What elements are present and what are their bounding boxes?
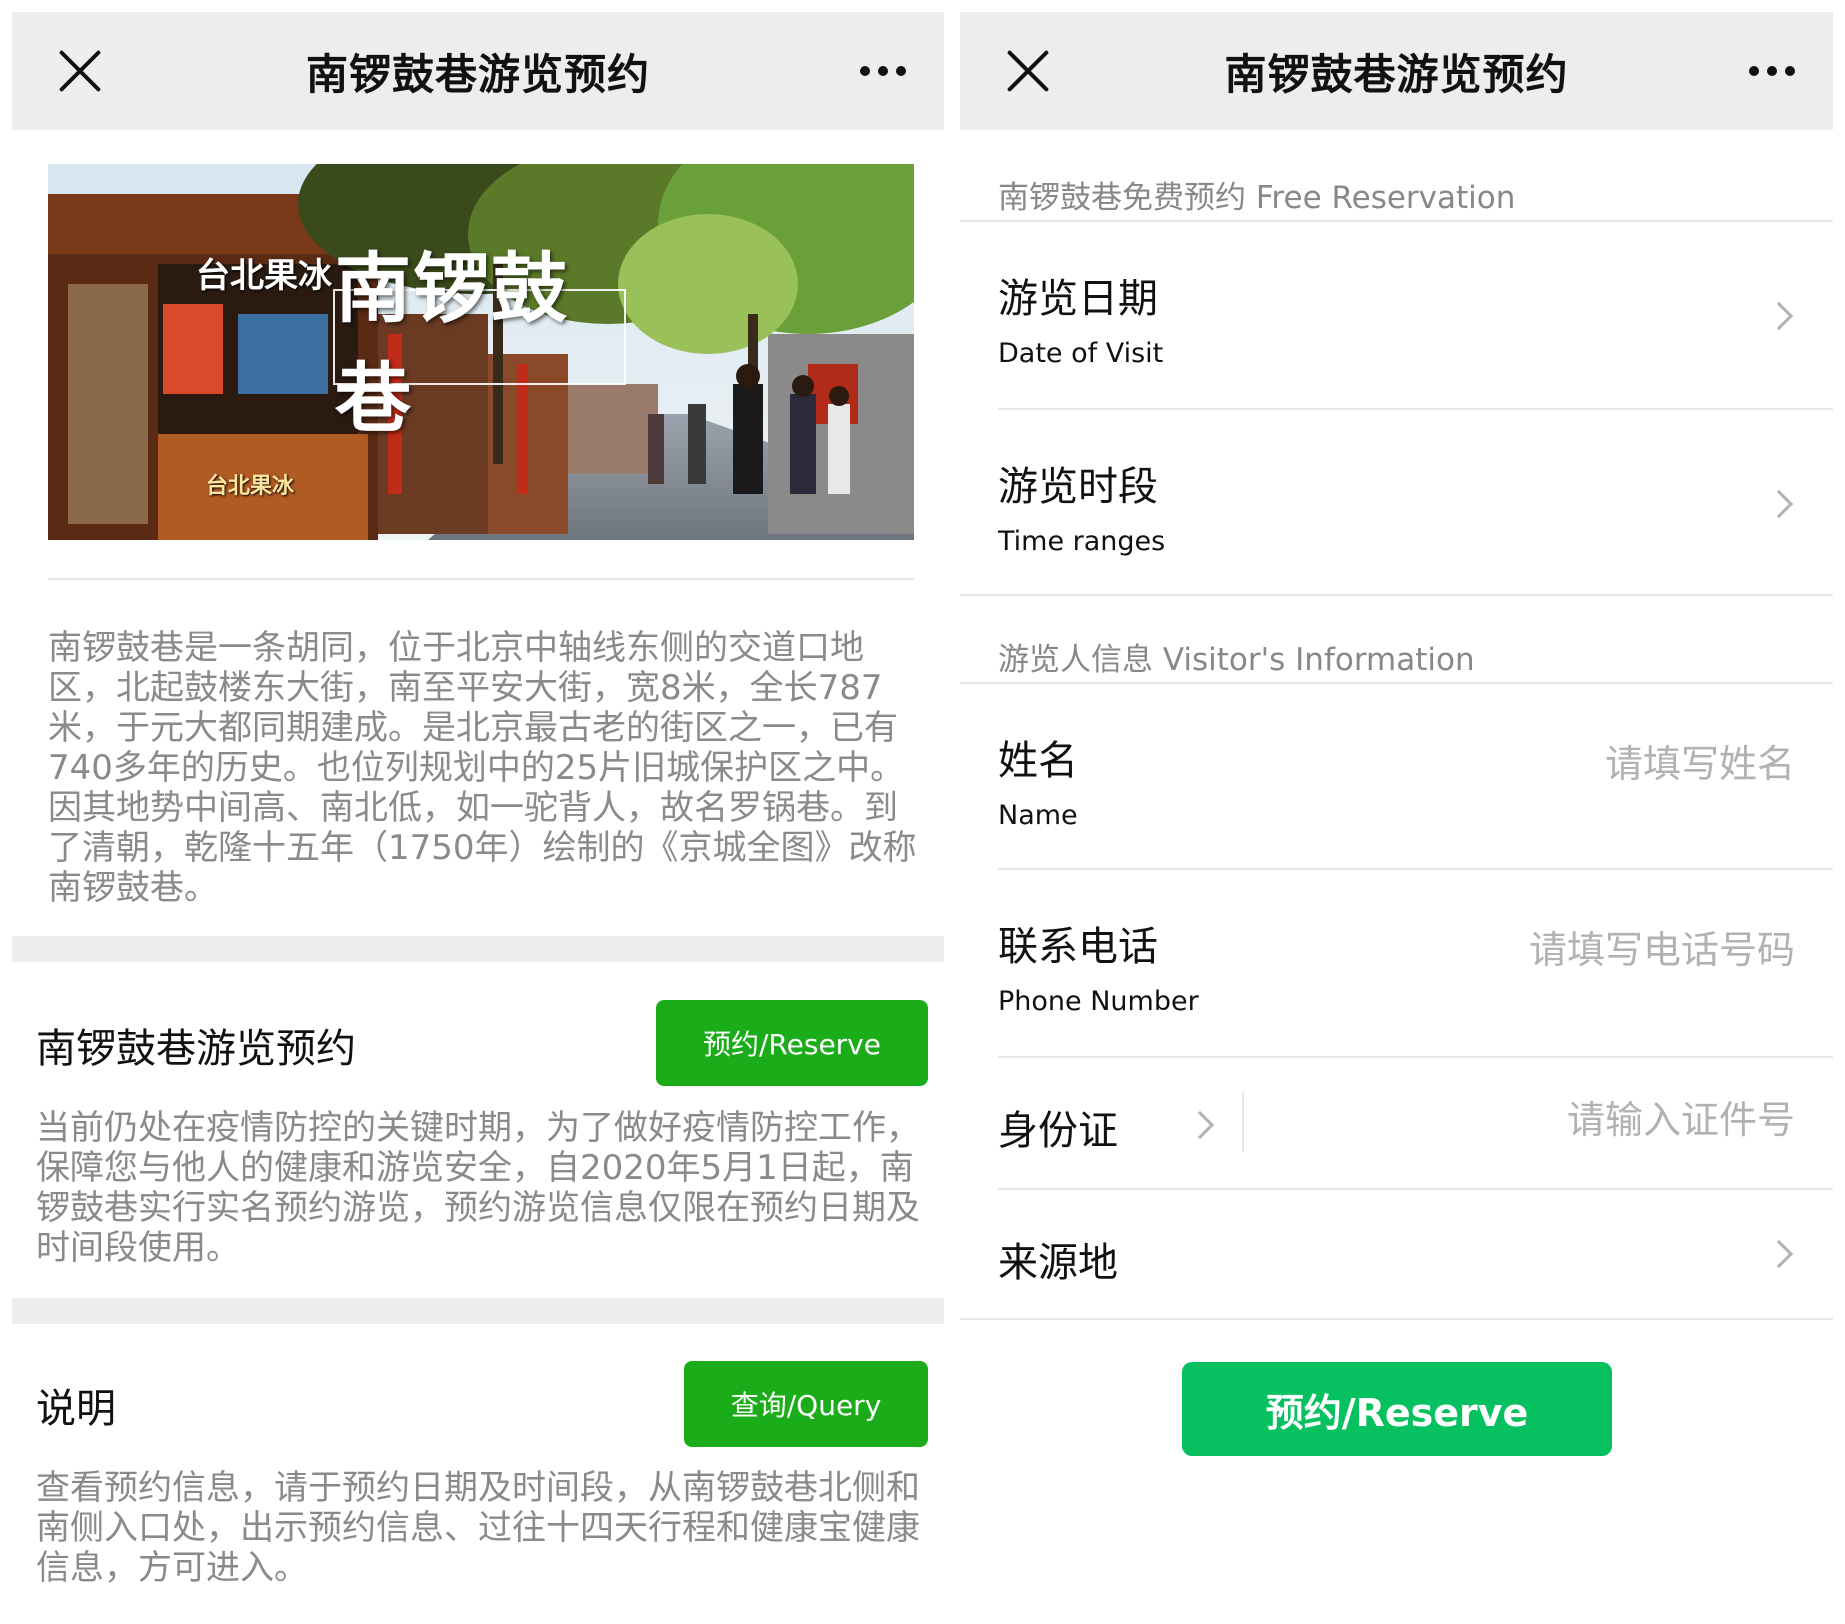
- reserve-button[interactable]: 预约/Reserve: [656, 1000, 928, 1086]
- submit-reserve-button[interactable]: 预约/Reserve: [1182, 1362, 1612, 1456]
- hero-title: 南锣鼓巷: [335, 244, 569, 443]
- reserve-section-title: 南锣鼓巷游览预约: [36, 1026, 356, 1072]
- reservation-form-page: 南锣鼓巷游览预约 南锣鼓巷免费预约 Free Reservation 游览日期 …: [960, 12, 1833, 1616]
- page-title: 南锣鼓巷游览预约: [305, 49, 650, 99]
- chevron-right-icon: [1764, 489, 1794, 519]
- phone-input[interactable]: [1315, 928, 1795, 972]
- id-label-cn: 身份证: [998, 1108, 1118, 1154]
- section-separator: [12, 1298, 944, 1324]
- intro-page: 南锣鼓巷游览预约 台北果冰 台北果冰 南锣鼓巷 南锣鼓巷是一条胡同，位于北京中轴…: [12, 12, 944, 1616]
- section-separator: [12, 936, 944, 962]
- shop-sign: 台北果冰: [196, 256, 332, 296]
- time-label-cn: 游览时段: [998, 464, 1158, 510]
- more-icon[interactable]: [860, 66, 906, 76]
- shop-sign-lower: 台北果冰: [206, 474, 295, 499]
- time-row[interactable]: 游览时段 Time ranges: [960, 410, 1833, 594]
- date-label-cn: 游览日期: [998, 276, 1158, 322]
- more-icon[interactable]: [1749, 66, 1795, 76]
- close-icon[interactable]: [1006, 49, 1050, 93]
- hero-image: 台北果冰 台北果冰 南锣鼓巷: [48, 164, 914, 540]
- info-section-title: 说明: [36, 1386, 116, 1432]
- divider: [960, 1318, 1833, 1320]
- name-input[interactable]: [1375, 742, 1795, 786]
- id-input[interactable]: [1375, 1098, 1795, 1142]
- id-row: 身份证: [960, 1058, 1833, 1188]
- id-type-chevron-icon[interactable]: [1185, 1110, 1215, 1140]
- group-header-visitor: 游览人信息 Visitor's Information: [998, 642, 1475, 678]
- vertical-separator: [1242, 1092, 1244, 1152]
- navbar: 南锣鼓巷游览预约: [12, 12, 944, 130]
- name-label-en: Name: [998, 800, 1078, 831]
- origin-row[interactable]: 来源地: [960, 1190, 1833, 1318]
- reserve-section-text: 当前仍处在疫情防控的关键时期，为了做好疫情防控工作，保障您与他人的健康和游览安全…: [36, 1108, 920, 1268]
- page-title: 南锣鼓巷游览预约: [1224, 49, 1569, 99]
- origin-label-cn: 来源地: [998, 1240, 1118, 1286]
- time-label-en: Time ranges: [998, 526, 1166, 557]
- divider: [960, 594, 1833, 596]
- close-icon[interactable]: [58, 49, 102, 93]
- name-label-cn: 姓名: [998, 738, 1078, 784]
- hero-title-frame: 南锣鼓巷: [333, 244, 626, 443]
- phone-row: 联系电话 Phone Number: [960, 870, 1833, 1056]
- query-button[interactable]: 查询/Query: [684, 1361, 928, 1447]
- chevron-right-icon: [1764, 1239, 1794, 1269]
- phone-label-en: Phone Number: [998, 986, 1199, 1017]
- divider: [48, 578, 914, 580]
- info-section-text: 查看预约信息，请于预约日期及时间段，从南锣鼓巷北侧和南侧入口处，出示预约信息、过…: [36, 1468, 920, 1588]
- phone-label-cn: 联系电话: [998, 924, 1158, 970]
- name-row: 姓名 Name: [960, 684, 1833, 868]
- date-row[interactable]: 游览日期 Date of Visit: [960, 222, 1833, 408]
- navbar: 南锣鼓巷游览预约: [960, 12, 1833, 130]
- chevron-right-icon: [1764, 301, 1794, 331]
- intro-text: 南锣鼓巷是一条胡同，位于北京中轴线东侧的交道口地区，北起鼓楼东大街，南至平安大街…: [48, 628, 917, 908]
- group-header-reservation: 南锣鼓巷免费预约 Free Reservation: [998, 180, 1516, 216]
- date-label-en: Date of Visit: [998, 338, 1164, 369]
